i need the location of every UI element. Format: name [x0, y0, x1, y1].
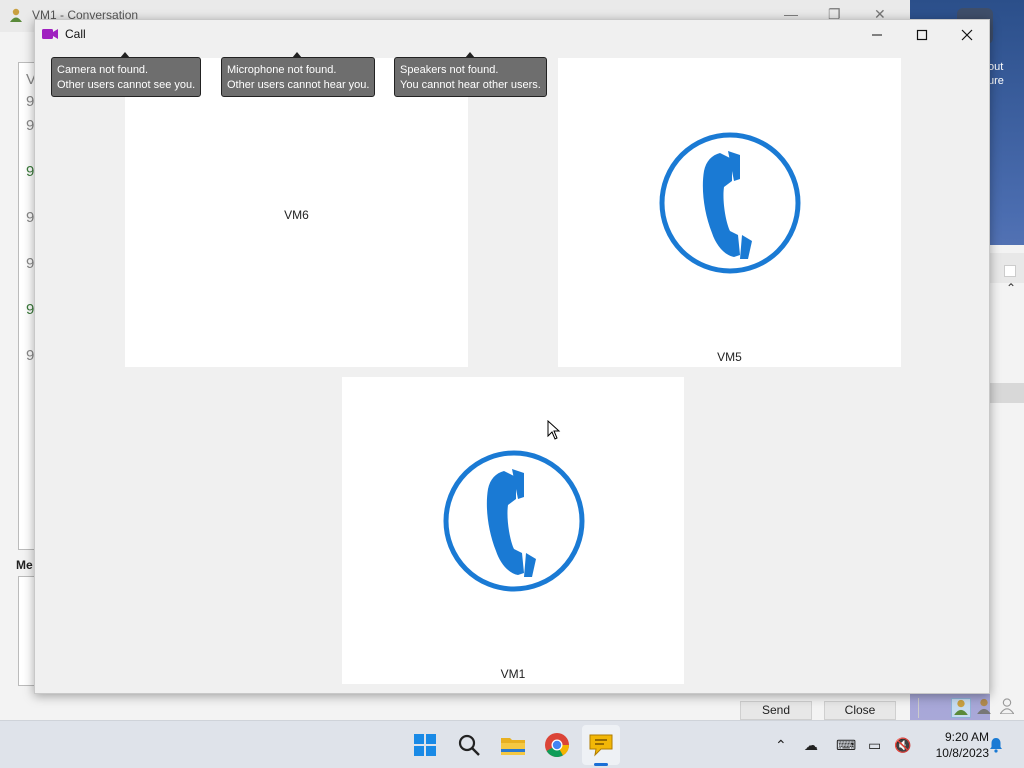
- participant-name: VM5: [717, 350, 742, 364]
- onedrive-icon[interactable]: ☁: [804, 737, 818, 754]
- participant-name: VM6: [284, 208, 309, 222]
- participant-tile-vm6: VM6: [125, 58, 468, 367]
- tooltip-arrow: [292, 52, 302, 58]
- chat-app-icon[interactable]: [587, 731, 615, 759]
- chevron-up-icon[interactable]: ⌃: [775, 737, 787, 754]
- search-icon[interactable]: [455, 731, 483, 759]
- tooltip-arrow: [120, 52, 130, 58]
- windows-start-icon[interactable]: [411, 731, 439, 759]
- offline-status-icon[interactable]: [997, 698, 1017, 718]
- maximize-icon: [916, 29, 928, 41]
- call-title: Call: [65, 27, 86, 41]
- minimize-button[interactable]: [854, 23, 900, 47]
- close-button[interactable]: [944, 23, 990, 47]
- phone-icon: [443, 450, 585, 592]
- speakers-warning-tooltip: Speakers not found. You cannot hear othe…: [394, 52, 547, 97]
- active-app-indicator: [594, 763, 608, 766]
- clock-date: 10/8/2023: [935, 746, 989, 760]
- message-label: Me: [16, 558, 33, 572]
- send-button[interactable]: Send: [740, 701, 812, 720]
- minimize-icon: [872, 34, 882, 36]
- online-status-icon[interactable]: [951, 698, 971, 718]
- desktop-wallpaper-text: out ure: [988, 61, 1004, 87]
- file-explorer-icon[interactable]: [499, 731, 527, 759]
- participant-tile-vm5: VM5: [558, 58, 901, 367]
- video-camera-icon: [42, 29, 58, 39]
- checkbox[interactable]: [1004, 265, 1016, 277]
- call-window: Call VM6 VM5 VM1 Camera not found. Other…: [34, 19, 990, 694]
- close-icon: [961, 29, 973, 41]
- maximize-button[interactable]: [899, 23, 945, 47]
- tooltip-line: Microphone not found.: [227, 64, 337, 76]
- call-titlebar: Call: [35, 20, 989, 50]
- divider: [918, 698, 919, 718]
- tooltip-line: Other users cannot see you.: [57, 79, 196, 91]
- keyboard-icon[interactable]: ⌨: [836, 737, 856, 754]
- chrome-icon[interactable]: [543, 731, 571, 759]
- tooltip-line: Speakers not found.: [400, 64, 499, 76]
- volume-muted-icon[interactable]: 🔇: [894, 737, 911, 754]
- mouse-cursor-icon: [547, 420, 561, 440]
- microphone-warning-tooltip: Microphone not found. Other users cannot…: [221, 52, 376, 97]
- taskbar: ⌃ ☁ ⌨ ▭ 🔇 9:20 AM 10/8/2023: [0, 720, 1024, 768]
- close-button[interactable]: Close: [824, 701, 896, 720]
- tooltip-line: You cannot hear other users.: [400, 79, 541, 91]
- away-status-icon[interactable]: [974, 698, 994, 718]
- conversation-side-panel: ⌃: [990, 245, 1024, 720]
- phone-icon: [659, 132, 801, 274]
- notification-bell-icon[interactable]: [988, 737, 1004, 753]
- clock-time: 9:20 AM: [944, 730, 989, 744]
- tooltip-line: Camera not found.: [57, 64, 149, 76]
- system-clock[interactable]: 9:20 AM 10/8/2023: [921, 729, 989, 761]
- user-icon: [10, 8, 22, 22]
- side-panel-bar: [990, 383, 1024, 403]
- camera-warning-tooltip: Camera not found. Other users cannot see…: [51, 52, 202, 97]
- participant-tile-vm1: VM1: [342, 377, 684, 684]
- side-panel-header: [990, 253, 1024, 283]
- tooltip-line: Other users cannot hear you.: [227, 79, 370, 91]
- tooltip-arrow: [465, 52, 475, 58]
- chevron-up-icon[interactable]: ⌃: [1006, 281, 1016, 295]
- network-icon[interactable]: ▭: [868, 737, 881, 754]
- participant-name: VM1: [500, 667, 526, 681]
